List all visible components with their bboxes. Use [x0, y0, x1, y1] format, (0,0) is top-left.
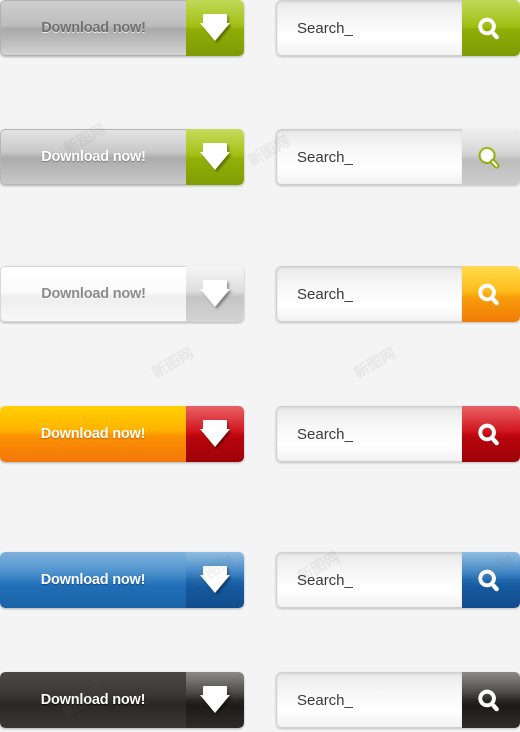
download-arrow-icon — [200, 14, 230, 42]
download-arrow-icon — [200, 143, 230, 171]
download-button-label: Download now! — [0, 552, 186, 608]
search-submit-button[interactable] — [462, 672, 520, 728]
download-button-label: Download now! — [0, 406, 186, 462]
download-arrow-cell[interactable] — [186, 672, 244, 728]
download-arrow-icon — [200, 686, 230, 714]
widget-row: Download now! Search_ — [0, 672, 520, 732]
search-submit-button[interactable] — [462, 0, 520, 56]
download-arrow-cell[interactable] — [186, 0, 244, 56]
widget-row: Download now! Search_ — [0, 406, 520, 466]
download-button[interactable]: Download now! — [0, 672, 244, 728]
download-button[interactable]: Download now! — [0, 0, 244, 56]
download-button[interactable]: Download now! — [0, 266, 244, 322]
download-button-label: Download now! — [0, 0, 186, 56]
search-input[interactable]: Search_ — [276, 129, 462, 185]
download-arrow-cell[interactable] — [186, 406, 244, 462]
search-widget: Search_ — [276, 0, 520, 56]
search-widget: Search_ — [276, 406, 520, 462]
widget-row: Download now! Search_ — [0, 266, 520, 326]
search-widget: Search_ — [276, 129, 520, 185]
widget-row: Download now! Search_ — [0, 552, 520, 612]
download-arrow-cell[interactable] — [186, 266, 244, 322]
magnifier-icon — [476, 142, 506, 172]
search-widget: Search_ — [276, 266, 520, 322]
search-input[interactable]: Search_ — [276, 0, 462, 56]
widget-row: Download now! Search_ — [0, 0, 520, 60]
search-input[interactable]: Search_ — [276, 266, 462, 322]
search-input[interactable]: Search_ — [276, 552, 462, 608]
magnifier-icon — [476, 419, 506, 449]
search-widget: Search_ — [276, 672, 520, 728]
magnifier-icon — [476, 279, 506, 309]
search-submit-button[interactable] — [462, 129, 520, 185]
download-button-label: Download now! — [0, 266, 186, 322]
download-arrow-icon — [200, 420, 230, 448]
magnifier-icon — [476, 565, 506, 595]
search-input[interactable]: Search_ — [276, 672, 462, 728]
search-widget: Search_ — [276, 552, 520, 608]
download-button[interactable]: Download now! — [0, 552, 244, 608]
magnifier-icon — [476, 13, 506, 43]
magnifier-icon — [476, 685, 506, 715]
download-arrow-icon — [200, 566, 230, 594]
download-button-label: Download now! — [0, 129, 186, 185]
widget-row: Download now! Search_ — [0, 129, 520, 189]
search-input[interactable]: Search_ — [276, 406, 462, 462]
download-arrow-cell[interactable] — [186, 552, 244, 608]
download-button[interactable]: Download now! — [0, 406, 244, 462]
button-kit-sheet: Download now! Search_ Download now! Search_… — [0, 0, 520, 732]
search-submit-button[interactable] — [462, 266, 520, 322]
download-arrow-cell[interactable] — [186, 129, 244, 185]
search-submit-button[interactable] — [462, 552, 520, 608]
search-submit-button[interactable] — [462, 406, 520, 462]
download-button-label: Download now! — [0, 672, 186, 728]
download-arrow-icon — [200, 280, 230, 308]
download-button[interactable]: Download now! — [0, 129, 244, 185]
